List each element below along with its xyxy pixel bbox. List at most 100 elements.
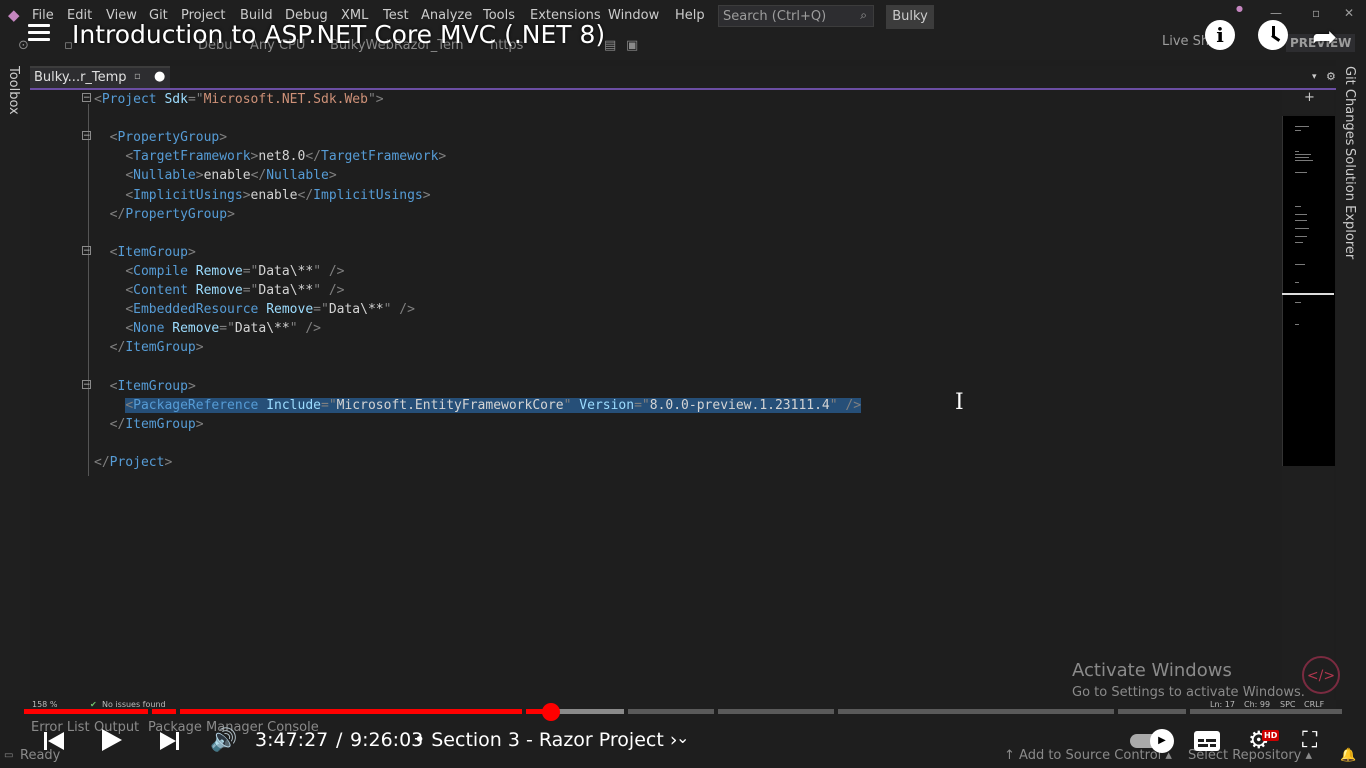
visual-studio-logo-icon: ◆ xyxy=(8,6,20,24)
hd-quality-badge: HD xyxy=(1262,730,1280,741)
right-tool-strip: Git Changes Solution Explorer xyxy=(1336,60,1366,700)
column-number[interactable]: Ch: 99 xyxy=(1244,700,1270,709)
code-content: </PropertyGroup> xyxy=(94,205,235,224)
notifications-bell-icon[interactable]: 🔔 xyxy=(1340,748,1356,763)
close-icon[interactable]: ✕ xyxy=(1344,6,1354,20)
code-token: enable xyxy=(250,188,298,203)
autoplay-play-icon[interactable]: ▶ xyxy=(1150,729,1174,753)
code-token: Include xyxy=(266,398,321,413)
share-arrow-icon[interactable]: ➦ xyxy=(1312,20,1337,55)
whitespace-mode[interactable]: SPC xyxy=(1280,700,1296,709)
fold-toggle-icon[interactable]: − xyxy=(82,131,91,141)
search-box[interactable]: Search (Ctrl+Q) ⌕ xyxy=(718,5,874,27)
time-separator: / xyxy=(336,729,343,751)
code-token: </ xyxy=(305,149,321,164)
maximize-icon[interactable]: ▫ xyxy=(1312,6,1320,20)
chapter-divider xyxy=(714,709,718,714)
minimap-line xyxy=(1295,236,1307,237)
pin-icon[interactable]: ▫ xyxy=(134,71,141,82)
document-tab-label: Bulky...r_Temp xyxy=(34,70,127,85)
info-icon[interactable]: i xyxy=(1205,20,1235,50)
code-token: Nullable xyxy=(266,168,329,183)
minimap-line xyxy=(1295,157,1309,158)
code-content: <PropertyGroup> xyxy=(94,128,227,147)
code-token: < xyxy=(125,264,134,279)
code-token: Nullable xyxy=(133,168,196,183)
code-token: > xyxy=(195,417,204,432)
code-token: " /> xyxy=(289,321,322,336)
minimap-line xyxy=(1295,160,1313,161)
fold-toggle-icon[interactable]: − xyxy=(82,93,91,103)
code-content: </ItemGroup> xyxy=(94,338,204,357)
code-token: > xyxy=(242,188,251,203)
play-button[interactable] xyxy=(102,729,122,751)
volume-speaker-icon[interactable]: 🔊 xyxy=(210,728,237,753)
video-title[interactable]: Introduction to ASP.NET Core MVC (.NET 8… xyxy=(72,20,605,49)
line-number[interactable]: Ln: 17 xyxy=(1210,700,1235,709)
code-editor[interactable]: − <Project Sdk="Microsoft.NET.Sdk.Web"> − … xyxy=(30,90,1282,700)
code-token: enable xyxy=(203,168,251,183)
watch-later-clock-icon[interactable] xyxy=(1258,20,1288,50)
add-to-source-control-button[interactable]: ↑ Add to Source Control ▴ xyxy=(1004,748,1172,763)
fold-toggle-icon[interactable]: − xyxy=(82,380,91,390)
code-token: < xyxy=(125,149,134,164)
account-avatar-icon[interactable]: ● xyxy=(1236,4,1256,18)
code-token: > xyxy=(422,188,431,203)
code-token: "> xyxy=(367,92,384,107)
split-icon[interactable]: + xyxy=(1304,90,1315,105)
split-editor-button[interactable]: + xyxy=(1282,90,1334,114)
code-token: PropertyGroup xyxy=(117,130,220,145)
current-time: 3:47:27 xyxy=(255,729,329,751)
code-token: Compile xyxy=(133,264,188,279)
code-token: > xyxy=(164,455,173,470)
menu-item-help[interactable]: Help xyxy=(675,8,705,23)
chapter-divider xyxy=(834,709,838,714)
line-ending[interactable]: CRLF xyxy=(1304,700,1324,709)
code-token: net8.0 xyxy=(258,149,306,164)
minimap-line xyxy=(1295,214,1307,215)
toolbox-tab[interactable]: Toolbox xyxy=(6,66,21,115)
indent-guide xyxy=(88,104,89,476)
menu-item-window[interactable]: Window xyxy=(608,8,659,23)
fullscreen-icon[interactable]: ⛶ xyxy=(1302,728,1317,753)
code-token: " /> xyxy=(383,302,415,317)
git-changes-tab[interactable]: Git Changes xyxy=(1342,66,1357,145)
code-token: Microsoft.EntityFrameworkCore xyxy=(336,398,564,413)
code-token: ItemGroup xyxy=(125,417,196,432)
document-tab[interactable]: Bulky...r_Temp ▫ ● xyxy=(30,66,170,88)
tab-settings-gear-icon[interactable]: ⚙ xyxy=(1326,70,1336,83)
minimize-icon[interactable]: — xyxy=(1270,6,1282,20)
code-content: <ItemGroup> xyxy=(94,243,196,262)
modified-indicator[interactable]: ● xyxy=(154,69,165,84)
fold-toggle-icon[interactable]: − xyxy=(82,246,91,256)
progress-played xyxy=(24,709,551,714)
hamburger-menu-icon[interactable] xyxy=(28,24,50,42)
zoom-level[interactable]: 158 % xyxy=(32,700,57,709)
progress-scrubber-handle[interactable] xyxy=(542,703,560,721)
solution-explorer-tab[interactable]: Solution Explorer xyxy=(1342,148,1357,259)
scrollbar-thumb[interactable] xyxy=(1282,293,1334,295)
solution-name-badge[interactable]: Bulky xyxy=(886,5,934,29)
chapter-divider xyxy=(522,709,526,714)
code-token: TargetFramework xyxy=(133,149,251,164)
code-token: Data\** xyxy=(258,264,314,279)
chevron-down-icon[interactable]: ⌄ xyxy=(676,728,689,747)
previous-video-button[interactable] xyxy=(44,730,66,752)
scrollbar-map[interactable] xyxy=(1282,116,1335,466)
chapter-title-button[interactable]: • Section 3 - Razor Project › xyxy=(414,729,677,751)
subtitles-cc-icon[interactable] xyxy=(1194,731,1220,751)
next-video-button[interactable] xyxy=(160,730,182,752)
toolbar-layout-icon[interactable]: ▣ xyxy=(626,38,638,53)
toolbar-extra-icon[interactable]: ▤ xyxy=(604,38,616,53)
minimap-line xyxy=(1295,282,1299,283)
issues-indicator[interactable]: No issues found xyxy=(102,700,166,709)
menu-item-file[interactable]: File xyxy=(32,8,54,23)
code-content: </ItemGroup> xyxy=(94,415,204,434)
tab-list-dropdown-icon[interactable]: ▾ xyxy=(1312,72,1317,82)
